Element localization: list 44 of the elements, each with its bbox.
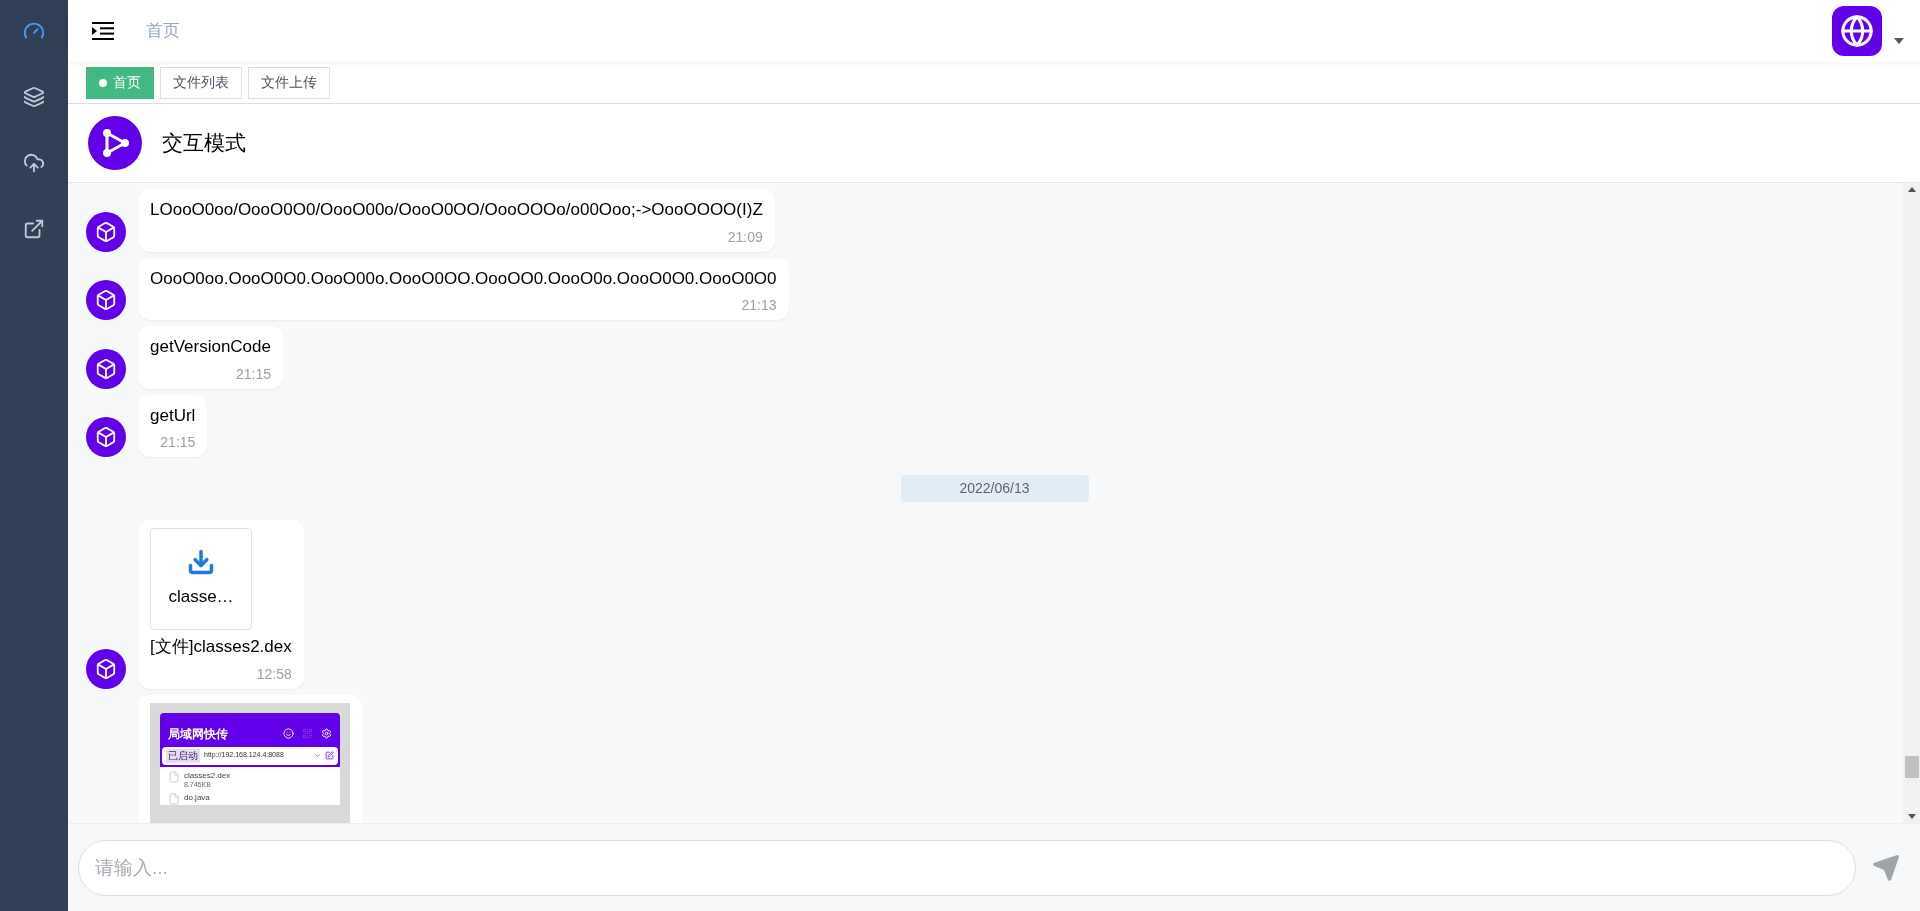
- scroll-up-arrow-icon[interactable]: [1907, 187, 1916, 192]
- qr-code-icon: [302, 728, 313, 739]
- avatar-icon: [86, 348, 126, 389]
- message-time: 21:13: [741, 296, 777, 315]
- globe-icon[interactable]: [1832, 6, 1882, 56]
- message-time: 21:15: [235, 364, 271, 384]
- scroll-down-arrow-icon[interactable]: [1907, 814, 1916, 819]
- avatar-icon: [86, 417, 126, 457]
- message-time: 21:09: [727, 227, 763, 247]
- chat-icon: [283, 728, 294, 739]
- scrollbar[interactable]: [1903, 183, 1920, 823]
- share-nodes-icon: [88, 116, 142, 170]
- download-icon: [187, 548, 215, 577]
- tab[interactable]: 文件上传: [248, 66, 330, 99]
- message-input[interactable]: 请输入...: [78, 839, 1856, 896]
- breadcrumb: 首页: [146, 20, 180, 43]
- avatar-icon: [86, 211, 126, 252]
- edit-icon: [325, 751, 334, 760]
- message-text: OooO0oo.OooO0O0.OooO00o.OooO0OO.OooOO0.OooO0o.OooO0O0.OooO0O0: [150, 267, 777, 290]
- message-text: LOooO0oo/OooO0O0/OooO00o/OooO0OO/OooOOOo/o00Ooo;->OooOOOO(I)Z: [150, 199, 763, 221]
- file-icon: [168, 770, 180, 783]
- message-time: 21:15: [160, 433, 196, 452]
- caret-icon[interactable]: [1894, 38, 1904, 44]
- avatar-icon: [86, 648, 126, 689]
- external-link-icon[interactable]: [23, 218, 45, 240]
- app-title: 局域网快传: [168, 725, 228, 743]
- message-time: 12:58: [256, 664, 292, 684]
- cloud-upload-icon[interactable]: [23, 152, 45, 174]
- file-name: do.java: [184, 793, 210, 804]
- message-text: getUrl: [150, 404, 196, 427]
- settings-icon: [321, 728, 332, 739]
- status-chip: 已启动: [166, 748, 200, 763]
- message-text: [文件]classes2.dex: [150, 636, 292, 658]
- layers-icon[interactable]: [23, 86, 45, 108]
- avatar-icon: [86, 280, 126, 320]
- tab[interactable]: 文件列表: [160, 66, 242, 99]
- message-text: getVersionCode: [150, 336, 271, 358]
- chat-title: 交互模式: [162, 130, 246, 157]
- scrollbar-thumb[interactable]: [1904, 756, 1919, 778]
- file-card[interactable]: classe…: [150, 528, 252, 630]
- caret-icon: [314, 752, 321, 759]
- file-name: classes2.dex: [184, 770, 231, 781]
- file-card-name: classe…: [168, 586, 234, 609]
- file-icon: [168, 793, 180, 806]
